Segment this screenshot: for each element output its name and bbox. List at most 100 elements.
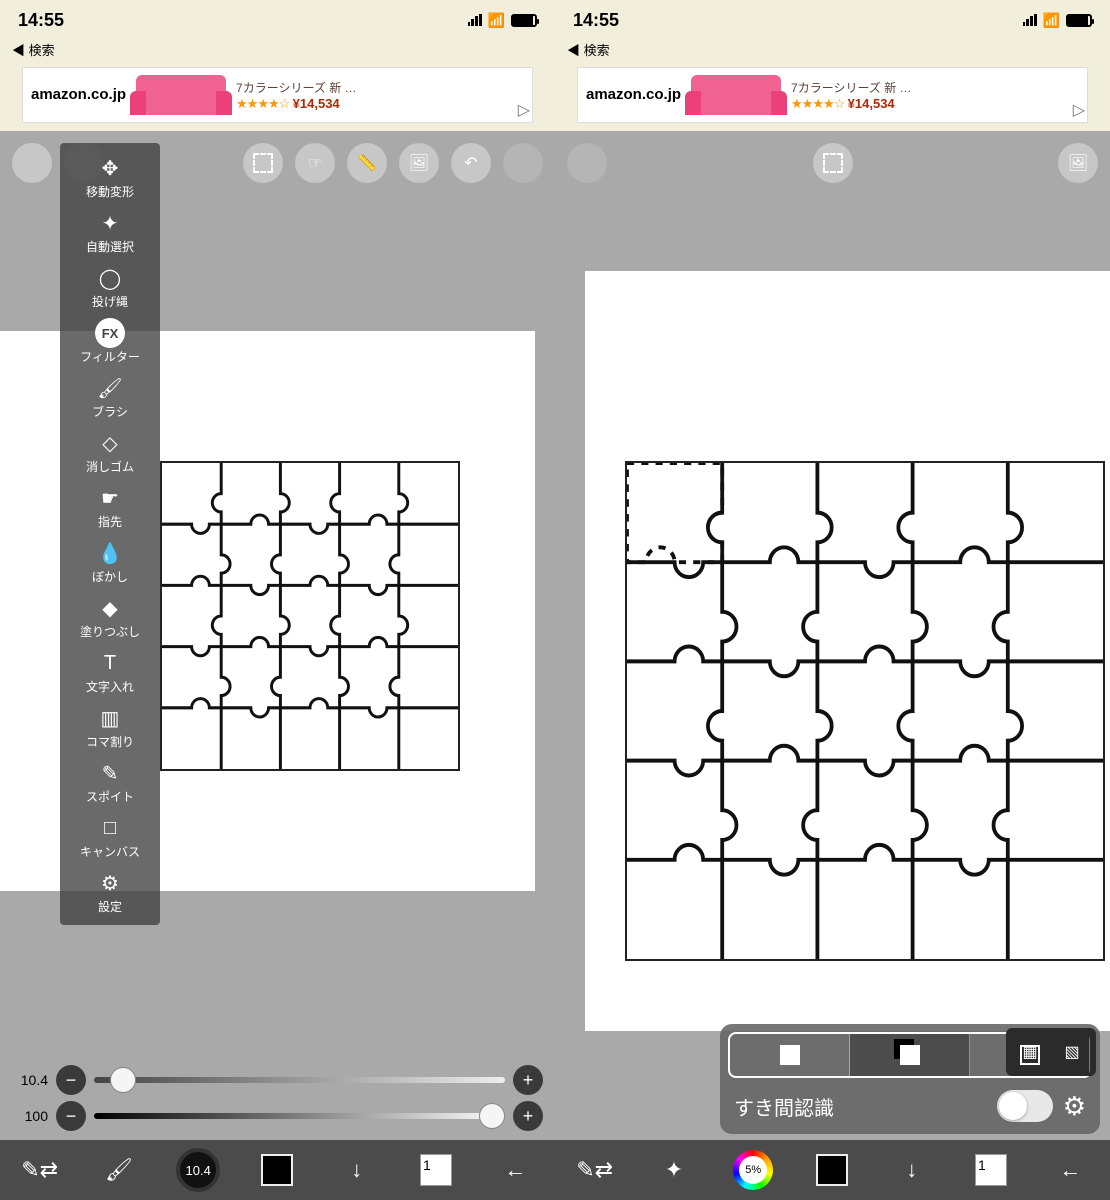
tool-eraser[interactable]: ◇消しゴム [60, 424, 160, 479]
select-new-tab[interactable] [730, 1034, 850, 1076]
opacity-slider-row: 100 − + [12, 1098, 543, 1134]
selection-settings-button[interactable]: ⚙ [1063, 1091, 1086, 1122]
tool-panel[interactable]: ▥コマ割り [60, 699, 160, 754]
top-btn-1[interactable] [567, 143, 607, 183]
app-canvas-area: ☞ 📏 🖼 ↶ ✥移動変形 ✦自動選択 ◯投げ縄 FXフィルター 🖌ブラシ ◇消… [0, 131, 555, 1200]
canvas-icon: □ [95, 813, 125, 843]
download-button[interactable]: ↓ [327, 1148, 387, 1192]
status-icons: 📶 [468, 12, 537, 29]
selection-mode-button[interactable] [243, 143, 283, 183]
status-time: 14:55 [18, 10, 78, 31]
tool-canvas[interactable]: □キャンバス [60, 809, 160, 864]
status-bar: 14:55 📶 [0, 0, 555, 40]
tool-transform[interactable]: ✥移動変形 [60, 149, 160, 204]
reference-image-button[interactable]: 🖼 [399, 143, 439, 183]
ad-product-image [136, 75, 226, 115]
bucket-icon: ◆ [95, 593, 125, 623]
bottom-toolbar: ✎⇄ 🖌 10.4 ↓ 1 ← [0, 1140, 555, 1200]
opacity-slider[interactable] [94, 1113, 505, 1119]
colorwheel-icon: 5% [733, 1150, 773, 1190]
size-plus-button[interactable]: + [513, 1065, 543, 1095]
back-search-link[interactable]: ◀ 検索 [0, 40, 555, 63]
brush-button[interactable]: 🖌 [89, 1148, 149, 1192]
puzzle-drawing [625, 461, 1105, 961]
tool-filter[interactable]: FXフィルター [60, 314, 160, 369]
layers-button[interactable]: 1 [406, 1148, 466, 1192]
opacity-value: 100 [12, 1108, 48, 1124]
layers-button[interactable]: 1 [961, 1148, 1021, 1192]
size-slider-row: 10.4 − + [12, 1062, 543, 1098]
size-slider[interactable] [94, 1077, 505, 1083]
signal-icon [1023, 14, 1037, 26]
ad-banner[interactable]: amazon.co.jp 7カラーシリーズ 新 … ★★★★☆ ¥14,534 … [577, 67, 1088, 123]
fx-icon: FX [95, 318, 125, 348]
gap-detection-toggle[interactable] [997, 1090, 1053, 1122]
quick-eraser-button[interactable]: ✎⇄ [10, 1148, 70, 1192]
battery-icon [1066, 14, 1092, 27]
ad-banner[interactable]: amazon.co.jp 7カラーシリーズ 新 … ★★★★☆ ¥14,534 … [22, 67, 533, 123]
move-icon: ✥ [95, 153, 125, 183]
tool-fill[interactable]: ◆塗りつぶし [60, 589, 160, 644]
size-value: 10.4 [12, 1072, 48, 1088]
phone-right: 14:55 📶 ◀ 検索 amazon.co.jp 7カラーシリーズ 新 … ★… [555, 0, 1110, 1200]
color-wheel-button[interactable]: 5% [723, 1148, 783, 1192]
tool-blur[interactable]: 💧ぼかし [60, 534, 160, 589]
puzzle-drawing [160, 461, 460, 771]
app-canvas-area: 🖼 [555, 131, 1110, 1200]
undo-button[interactable]: ↶ [451, 143, 491, 183]
back-button[interactable]: ← [485, 1148, 545, 1192]
selection-mode-tabs [728, 1032, 1092, 1078]
wifi-icon: 📶 [1043, 12, 1060, 29]
hand-tool-button[interactable]: ☞ [295, 143, 335, 183]
eyedropper-icon: ✎ [95, 758, 125, 788]
tool-menu: ✥移動変形 ✦自動選択 ◯投げ縄 FXフィルター 🖌ブラシ ◇消しゴム ☛指先 … [60, 143, 160, 925]
tool-text[interactable]: T文字入れ [60, 644, 160, 699]
tool-brush[interactable]: 🖌ブラシ [60, 369, 160, 424]
phone-left: 14:55 📶 ◀ 検索 amazon.co.jp 7カラーシリーズ 新 … ★… [0, 0, 555, 1200]
tool-eyedropper[interactable]: ✎スポイト [60, 754, 160, 809]
ad-stars: ★★★★☆ [236, 96, 289, 111]
ad-text: 7カラーシリーズ 新 … ★★★★☆ ¥14,534 [236, 79, 524, 112]
status-bar: 14:55 📶 [555, 0, 1110, 40]
ruler-button[interactable]: 📏 [347, 143, 387, 183]
opacity-plus-button[interactable]: + [513, 1101, 543, 1131]
quick-eraser-button[interactable]: ✎⇄ [565, 1148, 625, 1192]
reference-image-button[interactable]: 🖼 [1058, 143, 1098, 183]
eraser-icon: ◇ [95, 428, 125, 458]
select-subtract-tab[interactable] [970, 1034, 1090, 1076]
ad-text: 7カラーシリーズ 新 … ★★★★☆ ¥14,534 [791, 79, 1079, 112]
color-swatch-button[interactable] [247, 1148, 307, 1192]
tool-autoselect[interactable]: ✦自動選択 [60, 204, 160, 259]
opacity-minus-button[interactable]: − [56, 1101, 86, 1131]
redo-button[interactable] [503, 143, 543, 183]
adchoices-icon[interactable]: ▷ [1073, 100, 1085, 120]
brush-size-button[interactable]: 10.4 [168, 1148, 228, 1192]
adchoices-icon[interactable]: ▷ [518, 100, 530, 120]
back-search-link[interactable]: ◀ 検索 [555, 40, 1110, 63]
brush-sliders: 10.4 − + 100 − + [12, 1062, 543, 1134]
download-button[interactable]: ↓ [882, 1148, 942, 1192]
bottom-toolbar: ✎⇄ ✦ 5% ↓ 1 ← [555, 1140, 1110, 1200]
lasso-icon: ◯ [95, 263, 125, 293]
text-icon: T [95, 648, 125, 678]
selection-mode-button[interactable] [813, 143, 853, 183]
tool-smudge[interactable]: ☛指先 [60, 479, 160, 534]
tool-lasso[interactable]: ◯投げ縄 [60, 259, 160, 314]
wand-button[interactable]: ✦ [644, 1148, 704, 1192]
gear-icon: ⚙ [95, 868, 125, 898]
signal-icon [468, 14, 482, 26]
ad-logo: amazon.co.jp [31, 86, 126, 104]
brush-icon: 🖌 [95, 373, 125, 403]
ad-product-image [691, 75, 781, 115]
select-add-tab[interactable] [850, 1034, 970, 1076]
ad-title: 7カラーシリーズ 新 … [236, 79, 524, 96]
color-swatch-button[interactable] [802, 1148, 862, 1192]
back-button[interactable]: ← [1040, 1148, 1100, 1192]
battery-icon [511, 14, 537, 27]
tool-settings[interactable]: ⚙設定 [60, 864, 160, 919]
ad-title: 7カラーシリーズ 新 … [791, 79, 1079, 96]
gap-detection-label: すき間認識 [734, 1092, 987, 1121]
ad-price: ¥14,534 [293, 96, 340, 111]
top-btn-1[interactable] [12, 143, 52, 183]
size-minus-button[interactable]: − [56, 1065, 86, 1095]
